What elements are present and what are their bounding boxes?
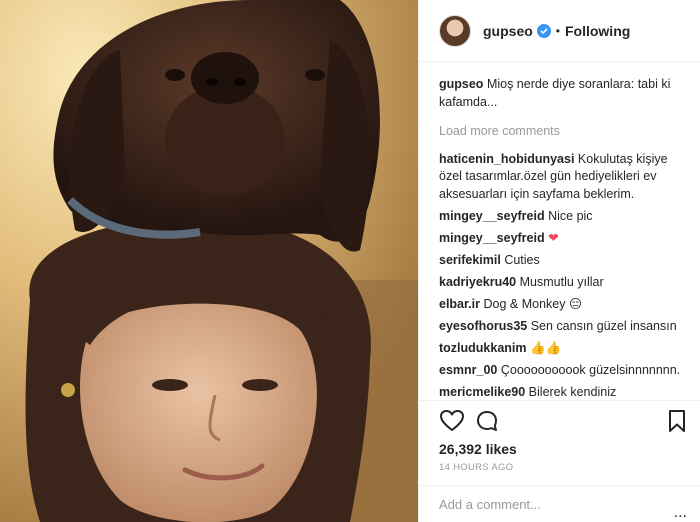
post-timestamp: 14 HOURS AGO	[439, 462, 514, 473]
add-comment-bar: ...	[419, 485, 700, 522]
comment-username[interactable]: eyesofhorus35	[439, 319, 527, 333]
action-icons	[439, 409, 689, 439]
comment-username[interactable]: mingey__seyfreid	[439, 209, 545, 223]
avatar[interactable]	[439, 14, 471, 47]
likes-count[interactable]: 26,392 likes	[439, 441, 517, 457]
bookmark-icon[interactable]	[667, 409, 687, 438]
photo-illustration	[0, 0, 418, 522]
comment-username[interactable]: kadriyekru40	[439, 275, 516, 289]
list-item: kadriyekru40 Musmutlu yıllar	[439, 274, 687, 292]
comment-text: Çooooooooook güzelsinnnnnnn.	[500, 362, 681, 377]
load-more-comments-link[interactable]: Load more comments	[439, 123, 687, 141]
comment-text: 👍👍	[530, 340, 562, 355]
heart-icon[interactable]	[439, 409, 465, 438]
list-item: serifekimil Cuties	[439, 252, 687, 270]
comment-text: Cuties	[504, 252, 540, 267]
comment-text: Nice pic	[548, 208, 593, 223]
post-photo[interactable]	[0, 0, 418, 522]
comment-text: Sen cansın güzel insansın	[530, 318, 677, 333]
caption: gupseo Mioş nerde diye soranlara: tabi k…	[439, 76, 687, 111]
separator-dot: •	[555, 23, 560, 38]
post-header: gupseo • Following	[419, 0, 700, 62]
list-item: elbar.ir Dog & Monkey 😑	[439, 296, 687, 314]
comment-username[interactable]: tozludukkanim	[439, 341, 527, 355]
list-item: tozludukkanim 👍👍	[439, 340, 687, 358]
caption-username[interactable]: gupseo	[439, 77, 483, 91]
header-username[interactable]: gupseo	[483, 23, 533, 39]
post-actions: 26,392 likes 14 HOURS AGO ...	[419, 400, 700, 522]
comments-list: gupseo Mioş nerde diye soranlara: tabi k…	[439, 76, 687, 401]
post-sidebar: gupseo • Following gupseo Mioş nerde diy…	[418, 0, 700, 522]
comment-text: Musmutlu yıllar	[519, 274, 604, 289]
list-item: esmnr_00 Çooooooooook güzelsinnnnnnn.	[439, 362, 687, 380]
list-item: eyesofhorus35 Sen cansın güzel insansın	[439, 318, 687, 336]
comment-username[interactable]: esmnr_00	[439, 363, 497, 377]
comment-username[interactable]: haticenin_hobidunyasi	[439, 152, 574, 166]
comment-username[interactable]: elbar.ir	[439, 297, 480, 311]
comment-username[interactable]: mingey__seyfreid	[439, 231, 545, 245]
list-item: haticenin_hobidunyasi Kokulutaş kişiye ö…	[439, 151, 687, 204]
list-item: mingey__seyfreid ❤	[439, 230, 687, 248]
comment-username[interactable]: mericmelike90	[439, 385, 525, 399]
following-button[interactable]: Following	[565, 23, 630, 39]
comment-text: ❤	[548, 230, 559, 245]
list-item: mericmelike90 Bilerek kendiniz yapiyorsu…	[439, 384, 687, 402]
comment-username[interactable]: serifekimil	[439, 253, 501, 267]
verified-badge-icon	[536, 23, 551, 38]
add-comment-input[interactable]	[439, 497, 679, 512]
comment-bubble-icon[interactable]	[475, 409, 499, 438]
more-options-icon[interactable]: ...	[674, 504, 687, 522]
list-item: mingey__seyfreid Nice pic	[439, 208, 687, 226]
comment-text: Dog & Monkey 😑	[483, 296, 582, 311]
